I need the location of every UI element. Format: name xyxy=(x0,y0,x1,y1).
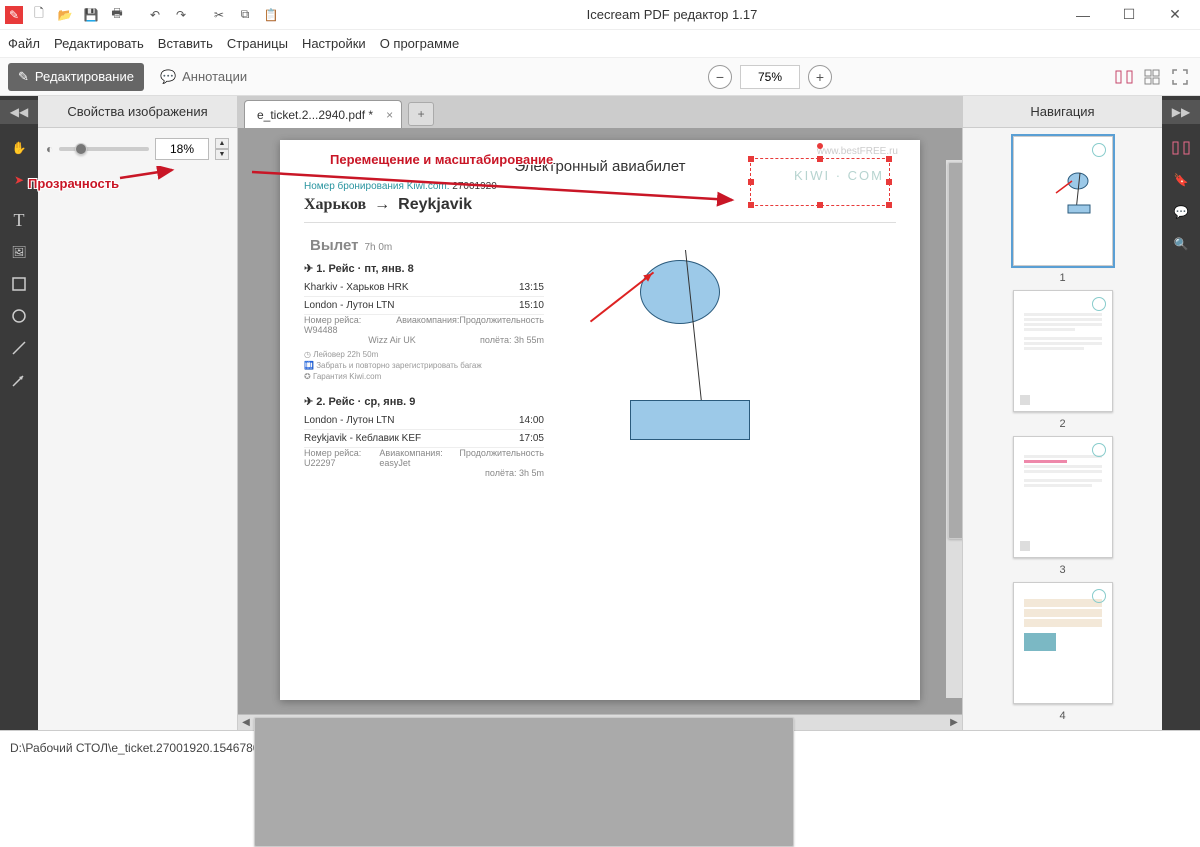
navigation-title: Навигация xyxy=(963,96,1162,128)
annotations-button[interactable]: 💬 Аннотации xyxy=(150,63,257,91)
rectangle-tool-icon[interactable] xyxy=(0,268,38,300)
edit-mode-button[interactable]: ✎ Редактирование xyxy=(8,63,144,91)
fullscreen-icon[interactable] xyxy=(1168,65,1192,89)
thumb-num-1: 1 xyxy=(1059,272,1065,284)
leg1-row2: London - Лутон LTN15:10 xyxy=(304,297,544,315)
undo-icon[interactable]: ↶ xyxy=(145,5,165,25)
menu-edit[interactable]: Редактировать xyxy=(54,36,144,51)
left-tool-strip: ◀◀ ✋ ➤ T 🖼 xyxy=(0,96,38,730)
tab-label: e_ticket.2...2940.pdf * xyxy=(257,108,373,122)
collapse-right-icon[interactable]: ▶▶ xyxy=(1162,100,1200,124)
new-icon[interactable]: 🗋 xyxy=(29,5,49,25)
properties-panel: Свойства изображения ◐ ▲▼ xyxy=(38,96,238,730)
pdf-page[interactable]: www.bestFREE.ru Электронный авиабилет Но… xyxy=(280,140,920,700)
print-icon[interactable]: 🖶 xyxy=(107,5,127,25)
thumb-num-4: 4 xyxy=(1059,710,1065,722)
leg2-row1: London - Лутон LTN14:00 xyxy=(304,412,544,430)
leg2-title: ✈ 2. Рейс · ср, янв. 9 xyxy=(304,395,896,408)
opacity-spinner[interactable]: ▲▼ xyxy=(215,138,229,160)
open-icon[interactable]: 📂 xyxy=(55,5,75,25)
rectangle-shape[interactable] xyxy=(630,400,750,440)
speech-icon: 💬 xyxy=(160,69,176,85)
leg1-info: Номер рейса: W94488Авиакомпания:Продолжи… xyxy=(304,315,544,335)
page-thumb-2[interactable] xyxy=(1013,290,1113,412)
zoom-in-button[interactable]: + xyxy=(808,65,832,89)
page-thumb-1[interactable] xyxy=(1013,136,1113,266)
departure-title: Вылет7h 0m xyxy=(304,237,896,254)
toolbar: ✎ Редактирование 💬 Аннотации − + xyxy=(0,58,1200,96)
zoom-out-button[interactable]: − xyxy=(708,65,732,89)
menu-file[interactable]: Файл xyxy=(8,36,40,51)
leg1-row1: Kharkiv - Харьков HRK13:15 xyxy=(304,279,544,297)
leg2-info: Номер рейса: U22297Авиакомпания: easyJet… xyxy=(304,448,544,468)
zoom-input[interactable] xyxy=(740,65,800,89)
properties-title: Свойства изображения xyxy=(38,96,237,128)
annotations-label: Аннотации xyxy=(182,69,247,84)
pages-panel-icon[interactable] xyxy=(1162,132,1200,164)
bookmarks-icon[interactable]: 🔖 xyxy=(1162,164,1200,196)
hand-tool-icon[interactable]: ✋ xyxy=(0,132,38,164)
menubar: Файл Редактировать Вставить Страницы Нас… xyxy=(0,30,1200,58)
maximize-button[interactable]: ☐ xyxy=(1106,0,1152,30)
line-tool-icon[interactable] xyxy=(0,332,38,364)
search-icon[interactable]: 🔍 xyxy=(1162,228,1200,260)
selection-box[interactable] xyxy=(750,158,890,206)
save-icon[interactable]: 💾 xyxy=(81,5,101,25)
menu-insert[interactable]: Вставить xyxy=(158,36,213,51)
thumb-num-3: 3 xyxy=(1059,564,1065,576)
right-tool-strip: ▶▶ 🔖 💬 🔍 xyxy=(1162,96,1200,730)
vertical-scrollbar[interactable] xyxy=(946,160,962,698)
menu-pages[interactable]: Страницы xyxy=(227,36,288,51)
horizontal-scrollbar[interactable]: ◀ ▶ xyxy=(238,714,962,730)
zoom-controls: − + xyxy=(708,65,832,89)
leg2-row2: Reykjavik - Кеблавик KEF17:05 xyxy=(304,430,544,448)
page-thumb-4[interactable] xyxy=(1013,582,1113,704)
minimize-button[interactable]: — xyxy=(1060,0,1106,30)
pointer-tool-icon[interactable]: ➤ xyxy=(0,164,38,196)
thumb-num-2: 2 xyxy=(1059,418,1065,430)
page-thumb-3[interactable] xyxy=(1013,436,1113,558)
layover-notes: ◷ Лейовер 22h 50m 🛄 Забрать и повторно з… xyxy=(304,349,896,383)
cut-icon[interactable]: ✂ xyxy=(209,5,229,25)
collapse-left-icon[interactable]: ◀◀ xyxy=(0,100,38,124)
redo-icon[interactable]: ↷ xyxy=(171,5,191,25)
fit-width-icon[interactable] xyxy=(1112,65,1136,89)
opacity-input[interactable] xyxy=(155,138,209,160)
navigation-panel: Навигация 1 2 3 4 xyxy=(962,96,1162,730)
callout-move-arrow xyxy=(250,160,740,210)
document-tab[interactable]: e_ticket.2...2940.pdf * × xyxy=(244,100,402,128)
opacity-slider[interactable] xyxy=(59,147,149,151)
leg1-title: ✈ 1. Рейс · пт, янв. 8 xyxy=(304,262,896,275)
menu-settings[interactable]: Настройки xyxy=(302,36,366,51)
app-icon: ✎ xyxy=(5,6,23,24)
tab-close-icon[interactable]: × xyxy=(386,108,393,122)
comments-icon[interactable]: 💬 xyxy=(1162,196,1200,228)
app-title: Icecream PDF редактор 1.17 xyxy=(284,7,1060,22)
pencil-icon: ✎ xyxy=(18,69,29,85)
tab-add-button[interactable]: + xyxy=(408,102,434,126)
opacity-icon: ◐ xyxy=(46,142,53,156)
arrow-tool-icon[interactable] xyxy=(0,364,38,396)
titlebar: ✎ 🗋 📂 💾 🖶 ↶ ↷ ✂ ⧉ 📋 Icecream PDF редакто… xyxy=(0,0,1200,30)
circle-tool-icon[interactable] xyxy=(0,300,38,332)
canvas[interactable]: www.bestFREE.ru Электронный авиабилет Но… xyxy=(238,128,962,714)
image-tool-icon[interactable]: 🖼 xyxy=(0,236,38,268)
copy-icon[interactable]: ⧉ xyxy=(235,5,255,25)
paste-icon[interactable]: 📋 xyxy=(261,5,281,25)
menu-about[interactable]: О программе xyxy=(380,36,460,51)
text-tool-icon[interactable]: T xyxy=(0,204,38,236)
edit-mode-label: Редактирование xyxy=(35,69,134,84)
thumbnails: 1 2 3 4 xyxy=(963,128,1162,730)
grid-view-icon[interactable] xyxy=(1140,65,1164,89)
callout-opacity-arrow xyxy=(118,166,178,182)
tab-bar: e_ticket.2...2940.pdf * × + xyxy=(238,96,962,128)
close-button[interactable]: ✕ xyxy=(1152,0,1198,30)
